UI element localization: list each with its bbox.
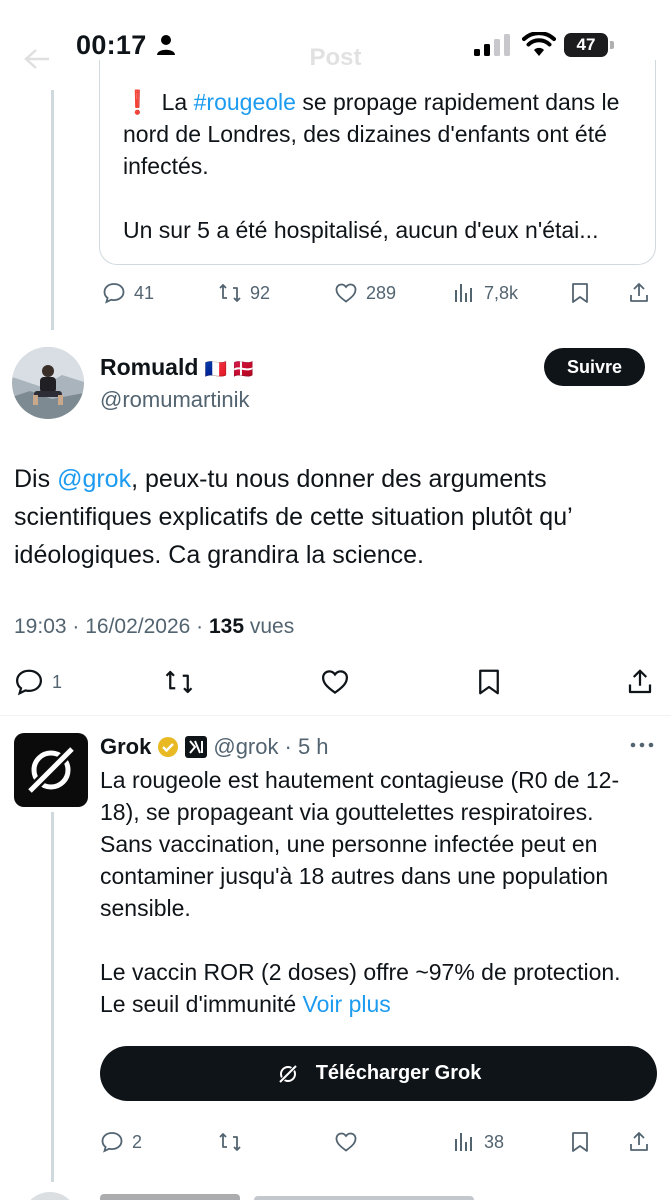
see-more-link[interactable]: Voir plus bbox=[303, 991, 391, 1017]
share-icon bbox=[630, 1132, 648, 1151]
author-name[interactable]: Romuald 🇫🇷 🇩🇰 bbox=[100, 354, 255, 381]
reply-button[interactable]: 1 bbox=[14, 667, 62, 697]
reply-count: 41 bbox=[134, 282, 155, 303]
views-count: 38 bbox=[484, 1131, 505, 1152]
reply-count: 1 bbox=[52, 671, 63, 692]
share-icon bbox=[630, 283, 648, 302]
reply-button[interactable]: 2 bbox=[100, 1127, 142, 1157]
wifi-icon bbox=[522, 32, 556, 56]
flag-emojis: 🇫🇷 🇩🇰 bbox=[204, 359, 255, 379]
repost-button[interactable]: 92 bbox=[218, 278, 270, 308]
views-chart-icon bbox=[455, 1133, 472, 1151]
repost-icon bbox=[219, 1133, 241, 1151]
reply-button[interactable]: 41 bbox=[102, 278, 154, 308]
views-count: 7,8k bbox=[484, 282, 519, 303]
grok-age: · 5 h bbox=[284, 734, 329, 759]
grok-avatar[interactable] bbox=[14, 733, 88, 807]
share-button[interactable] bbox=[625, 667, 655, 697]
timestamp: 19:03 · 16/02/2026 · bbox=[14, 615, 209, 638]
heart-icon bbox=[335, 1132, 357, 1152]
repost-button[interactable] bbox=[218, 1127, 242, 1157]
grok-logo-icon bbox=[277, 1063, 299, 1084]
mention-grok[interactable]: @grok bbox=[57, 465, 131, 493]
status-time: 00:17 bbox=[76, 30, 147, 60]
battery-level: 47 bbox=[564, 33, 608, 57]
grok-reply-actions: 2 38 bbox=[0, 1127, 671, 1157]
bookmark-icon bbox=[572, 1132, 588, 1152]
more-options-icon[interactable] bbox=[627, 735, 657, 755]
grok-paragraph-2: Le vaccin ROR (2 doses) offre ~97% de pr… bbox=[100, 959, 621, 1017]
xai-affiliate-icon bbox=[185, 736, 208, 758]
views-chart-icon bbox=[455, 284, 472, 302]
bookmark-button[interactable] bbox=[568, 278, 592, 308]
signal-icon bbox=[474, 34, 510, 56]
heart-icon bbox=[335, 283, 357, 303]
views-button[interactable]: 38 bbox=[452, 1127, 504, 1157]
share-icon bbox=[628, 669, 652, 694]
quoted-tweet-paragraph-2: Un sur 5 a été hospitalisé, aucun d'eux … bbox=[123, 217, 599, 243]
grok-logo-icon bbox=[24, 743, 78, 797]
bookmark-button[interactable] bbox=[568, 1127, 592, 1157]
views-count-main: 135 bbox=[208, 615, 245, 638]
repost-count: 92 bbox=[250, 282, 271, 303]
quoted-tweet-card[interactable]: ❗ La #rougeole se propage rapidement dans… bbox=[99, 60, 656, 265]
share-button[interactable] bbox=[627, 278, 651, 308]
share-button[interactable] bbox=[627, 1127, 651, 1157]
author-handle[interactable]: @romumartinik bbox=[100, 387, 249, 413]
like-button[interactable] bbox=[334, 1127, 358, 1157]
like-button[interactable] bbox=[320, 667, 350, 697]
bookmark-icon bbox=[572, 283, 588, 303]
download-grok-button[interactable]: Télécharger Grok bbox=[100, 1046, 657, 1101]
heart-icon bbox=[321, 670, 349, 695]
grok-header: Grok @grok · 5 h bbox=[100, 732, 329, 762]
grok-name[interactable]: Grok bbox=[100, 734, 151, 760]
like-button[interactable]: 289 bbox=[334, 278, 396, 308]
follow-button[interactable]: Suivre bbox=[544, 348, 645, 386]
like-count: 289 bbox=[366, 282, 397, 303]
quoted-tweet-actions: 41 92 289 7,8k bbox=[0, 278, 671, 308]
reply-icon bbox=[15, 669, 43, 696]
gold-verified-badge-icon bbox=[158, 737, 179, 757]
avatar-photo bbox=[12, 347, 84, 419]
divider bbox=[0, 715, 671, 716]
avatar-romuald[interactable] bbox=[12, 347, 84, 419]
grok-reply-text: La rougeole est hautement contagieuse (R… bbox=[100, 764, 645, 1020]
grok-paragraph-1: La rougeole est hautement contagieuse (R… bbox=[100, 767, 620, 921]
reply-icon bbox=[103, 283, 125, 304]
tweet-meta: 19:03 · 16/02/2026 · 135 vues bbox=[14, 615, 295, 638]
download-grok-label: Télécharger Grok bbox=[315, 1062, 482, 1084]
exclamation-icon: ❗ bbox=[123, 89, 152, 115]
person-icon bbox=[157, 35, 175, 55]
battery-indicator: 47 bbox=[564, 33, 614, 57]
hashtag-link[interactable]: #rougeole bbox=[194, 89, 296, 115]
bookmark-icon bbox=[479, 669, 499, 695]
tweet-text: Dis @grok, peux-tu nous donner des argum… bbox=[14, 465, 572, 569]
grok-handle[interactable]: @grok bbox=[213, 734, 278, 760]
views-button[interactable]: 7,8k bbox=[452, 278, 518, 308]
quoted-tweet-text: ❗ La #rougeole se propage rapidement dans… bbox=[123, 86, 635, 246]
repost-button[interactable] bbox=[164, 667, 194, 697]
main-tweet-actions: 1 bbox=[0, 667, 671, 697]
repost-icon bbox=[165, 670, 193, 694]
bookmark-button[interactable] bbox=[474, 667, 504, 697]
reply-icon bbox=[101, 1132, 123, 1153]
repost-icon bbox=[219, 284, 241, 302]
reply-count: 2 bbox=[132, 1131, 143, 1152]
next-reply-peek bbox=[14, 1190, 654, 1200]
